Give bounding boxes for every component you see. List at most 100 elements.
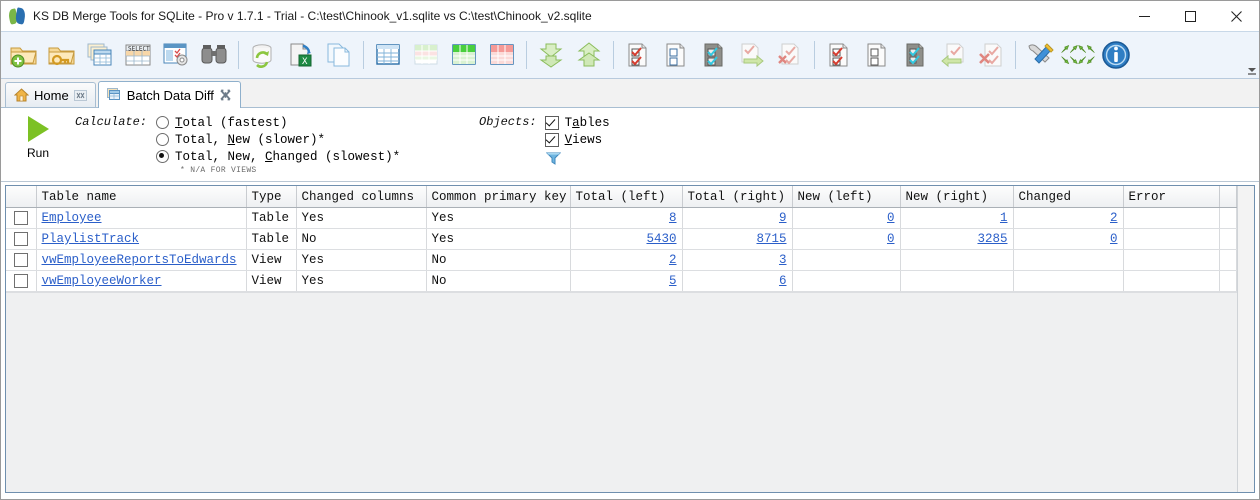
- tab-home[interactable]: Home: [5, 82, 96, 107]
- tab-batch-data-diff-label: Batch Data Diff: [126, 87, 214, 103]
- table-row[interactable]: Employee Table Yes Yes 8 9 0 1 2: [6, 207, 1237, 229]
- copy-document-button[interactable]: [320, 34, 358, 76]
- cell-changed-columns: Yes: [296, 207, 427, 229]
- show-deleted-rows-button[interactable]: [483, 34, 521, 76]
- cell-total-left[interactable]: 5430: [570, 228, 683, 250]
- cell-filler: [1219, 207, 1237, 229]
- header-new-left[interactable]: New (left): [792, 186, 901, 208]
- cell-total-right[interactable]: 3: [682, 249, 793, 271]
- discard-changes-button[interactable]: [972, 34, 1010, 76]
- uncheck-all-items-button[interactable]: [657, 34, 695, 76]
- header-type[interactable]: Type: [246, 186, 297, 208]
- tools-options-button[interactable]: [1021, 34, 1059, 76]
- checkbox-tables[interactable]: Tables: [544, 114, 610, 131]
- table-row[interactable]: PlaylistTrack Table No Yes 5430 8715 0 3…: [6, 228, 1237, 250]
- cell-table-name[interactable]: vwEmployeeWorker: [36, 270, 247, 292]
- cell-new-left[interactable]: 0: [792, 207, 901, 229]
- apply-checked-button[interactable]: [733, 34, 771, 76]
- cell-total-left[interactable]: 5: [570, 270, 683, 292]
- checkbox-views[interactable]: Views: [544, 131, 610, 148]
- row-checkbox[interactable]: [13, 211, 28, 225]
- radio-total-new-mnemonic: N: [227, 132, 236, 147]
- vertical-scrollbar[interactable]: [1237, 186, 1254, 492]
- table-name-link[interactable]: Employee: [42, 211, 102, 225]
- run-button[interactable]: Run: [1, 108, 75, 160]
- row-checkbox-cell[interactable]: [6, 207, 37, 229]
- cell-changed-columns: Yes: [296, 249, 427, 271]
- minimize-button[interactable]: [1121, 1, 1167, 31]
- cell-new-right[interactable]: 1: [900, 207, 1014, 229]
- cell-total-right[interactable]: 8715: [682, 228, 793, 250]
- row-checkbox[interactable]: [13, 253, 28, 267]
- tab-home-close-icon[interactable]: [73, 89, 87, 102]
- check-all-items-button[interactable]: [619, 34, 657, 76]
- open-database-with-credentials-button[interactable]: [43, 34, 81, 76]
- cell-new-left[interactable]: 0: [792, 228, 901, 250]
- header-changed[interactable]: Changed: [1013, 186, 1124, 208]
- maximize-button[interactable]: [1167, 1, 1213, 31]
- show-changed-rows-button[interactable]: [407, 34, 445, 76]
- cell-total-right[interactable]: 9: [682, 207, 793, 229]
- cell-table-name[interactable]: vwEmployeeReportsToEdwards: [36, 249, 247, 271]
- cell-common-primary-key: Yes: [426, 228, 571, 250]
- table-name-link[interactable]: vwEmployeeReportsToEdwards: [42, 253, 237, 267]
- header-changed-columns[interactable]: Changed columns: [296, 186, 427, 208]
- export-to-excel-button[interactable]: X: [282, 34, 320, 76]
- object-settings-button[interactable]: [157, 34, 195, 76]
- header-error[interactable]: Error: [1123, 186, 1220, 208]
- about-button[interactable]: [1097, 34, 1135, 76]
- row-checkbox-cell[interactable]: [6, 249, 37, 271]
- check-visible-button[interactable]: [820, 34, 858, 76]
- cell-total-left[interactable]: 2: [570, 249, 683, 271]
- tab-batch-data-diff-close-icon[interactable]: [219, 89, 232, 102]
- tab-batch-data-diff[interactable]: Batch Data Diff: [97, 81, 241, 108]
- row-checkbox[interactable]: [13, 274, 28, 288]
- invert-selection-button[interactable]: [695, 34, 733, 76]
- table-name-link[interactable]: PlaylistTrack: [42, 232, 140, 246]
- funnel-filter-icon[interactable]: [545, 152, 561, 166]
- cell-new-left: [792, 249, 901, 271]
- radio-total-new-changed[interactable]: Total, New, Changed (slowest)*: [156, 148, 400, 165]
- table-row[interactable]: vwEmployeeReportsToEdwards View Yes No 2…: [6, 249, 1237, 271]
- uncheck-visible-button[interactable]: [858, 34, 896, 76]
- cell-total-right[interactable]: 6: [682, 270, 793, 292]
- header-filler: [1219, 186, 1237, 208]
- cell-table-name[interactable]: Employee: [36, 207, 247, 229]
- table-name-link[interactable]: vwEmployeeWorker: [42, 274, 162, 288]
- header-common-primary-key[interactable]: Common primary key: [426, 186, 571, 208]
- find-button[interactable]: [195, 34, 233, 76]
- row-checkbox[interactable]: [13, 232, 28, 246]
- show-all-rows-button[interactable]: [369, 34, 407, 76]
- cell-changed[interactable]: 0: [1013, 228, 1124, 250]
- close-button[interactable]: [1213, 1, 1259, 31]
- revert-changes-button[interactable]: [934, 34, 972, 76]
- cell-table-name[interactable]: PlaylistTrack: [36, 228, 247, 250]
- header-new-right[interactable]: New (right): [900, 186, 1014, 208]
- table-row[interactable]: vwEmployeeWorker View Yes No 5 6: [6, 270, 1237, 292]
- compare-schemas-button[interactable]: [81, 34, 119, 76]
- header-table-name[interactable]: Table name: [36, 186, 247, 208]
- cell-total-left[interactable]: 8: [570, 207, 683, 229]
- run-select-query-button[interactable]: SELECT: [119, 34, 157, 76]
- row-checkbox-cell[interactable]: [6, 270, 37, 292]
- objects-group: Objects: Tables Views: [479, 114, 610, 166]
- header-total-right[interactable]: Total (right): [682, 186, 793, 208]
- show-new-rows-button[interactable]: [445, 34, 483, 76]
- radio-total[interactable]: Total (fastest): [156, 114, 400, 131]
- cell-new-right[interactable]: 3285: [900, 228, 1014, 250]
- expand-all-button[interactable]: [570, 34, 608, 76]
- collapse-all-button[interactable]: [532, 34, 570, 76]
- navigate-buttons-group[interactable]: [1059, 34, 1097, 76]
- toggle-check-button[interactable]: [896, 34, 934, 76]
- toolbar-overflow-icon[interactable]: [1247, 62, 1257, 76]
- header-select-all[interactable]: [6, 186, 37, 208]
- refresh-database-button[interactable]: [244, 34, 282, 76]
- cell-changed[interactable]: 2: [1013, 207, 1124, 229]
- clear-checked-button[interactable]: [771, 34, 809, 76]
- row-checkbox-cell[interactable]: [6, 228, 37, 250]
- radio-total-mnemonic: T: [175, 115, 183, 130]
- toolbar-separator: [814, 41, 815, 69]
- radio-total-new[interactable]: Total, New (slower)*: [156, 131, 400, 148]
- header-total-left[interactable]: Total (left): [570, 186, 683, 208]
- open-new-database-button[interactable]: [5, 34, 43, 76]
